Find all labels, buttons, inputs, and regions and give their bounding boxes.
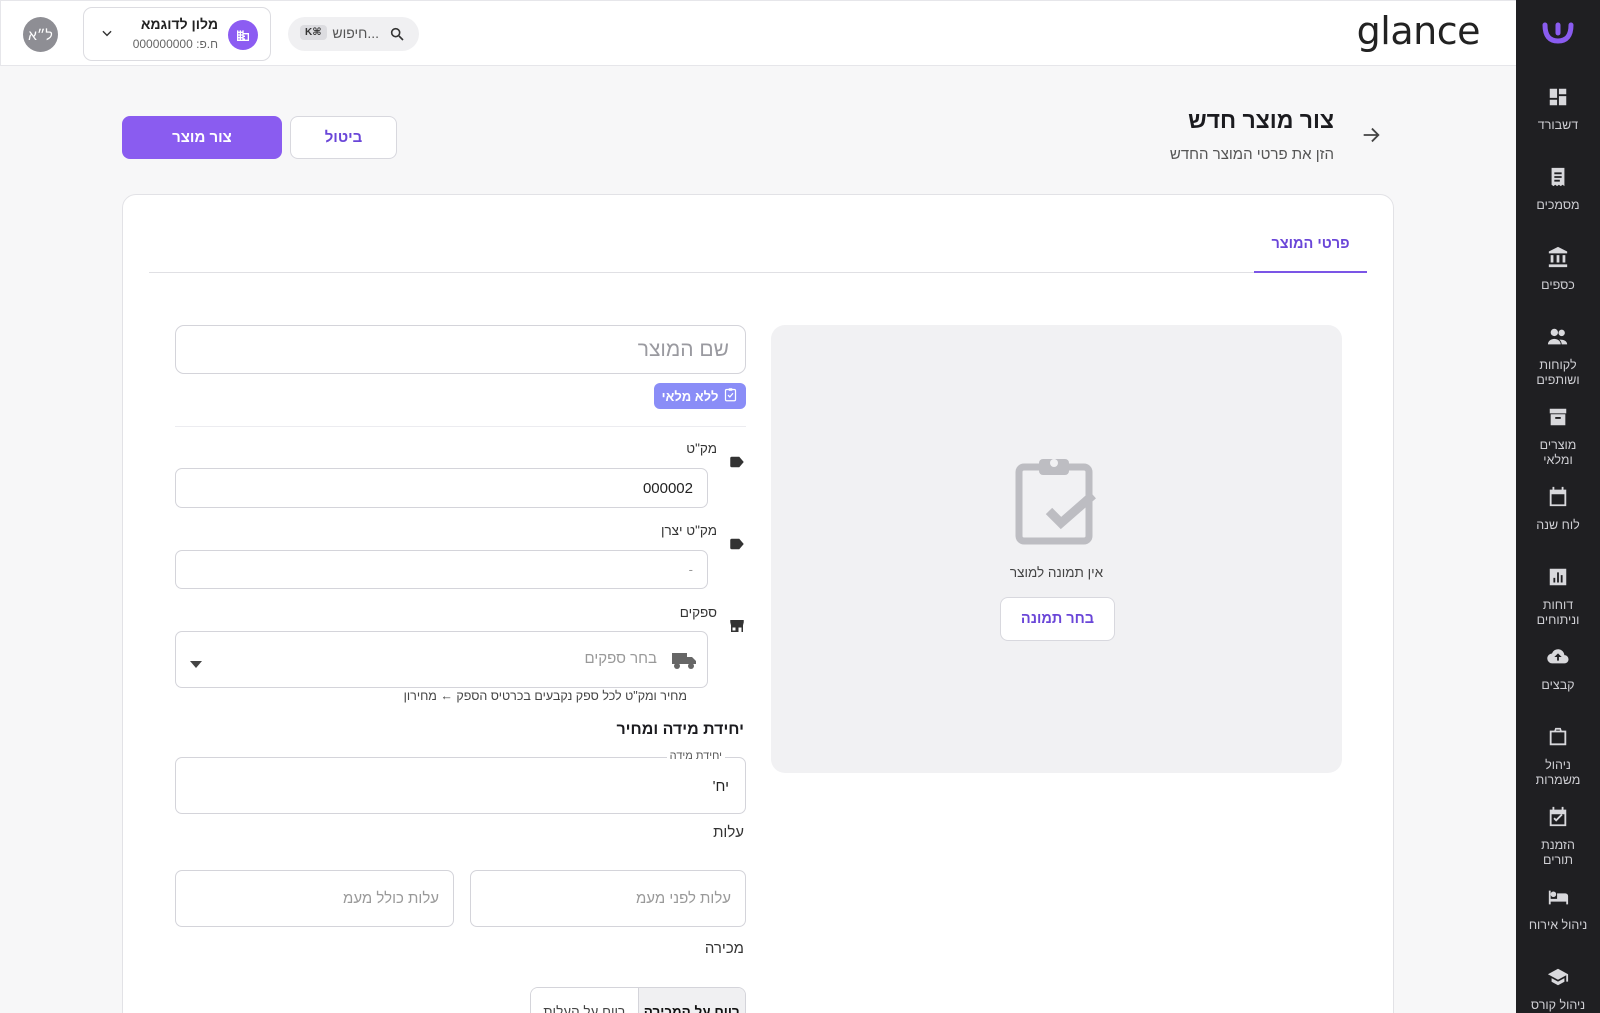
briefcase-icon	[1547, 726, 1569, 753]
store-icon	[728, 617, 746, 635]
app-logo-icon[interactable]	[1516, 0, 1600, 66]
product-form-card: פרטי המוצר אין תמונה למוצר בחר תמונה שם …	[122, 194, 1394, 1013]
sidebar-item-people[interactable]: לקוחות ושותפים	[1516, 306, 1600, 387]
tabs-divider	[149, 272, 1367, 273]
truck-icon	[671, 649, 697, 676]
no-stock-label: ללא מלאי	[661, 388, 719, 404]
cloud-upload-icon	[1547, 646, 1569, 673]
suppliers-select[interactable]: בחר ספקים	[175, 631, 708, 688]
clipboard-icon	[723, 387, 738, 405]
label-tag-icon	[728, 453, 746, 471]
sidebar-item-calendar-check[interactable]: הזמנת תורים	[1516, 786, 1600, 867]
sidebar-item-bank[interactable]: כספים	[1516, 226, 1600, 306]
sku-label: מק"ט	[686, 441, 717, 456]
profit-on-cost-option[interactable]: רווח על העלות	[531, 988, 639, 1013]
choose-image-button[interactable]: בחר תמונה	[1000, 597, 1115, 641]
bed-icon	[1547, 886, 1569, 913]
image-panel: אין תמונה למוצר בחר תמונה	[771, 325, 1342, 773]
dashboard-icon	[1547, 86, 1569, 113]
people-icon	[1547, 326, 1569, 353]
archive-icon	[1547, 406, 1569, 433]
suppliers-label: ספקים	[679, 605, 717, 620]
sidebar-item-archive[interactable]: מוצרים ומלאי	[1516, 386, 1600, 467]
suppliers-helper-text: מחיר ומק"ט לכל ספק נקבעים בכרטיס הספק ← …	[403, 689, 687, 703]
sidebar-item-label: ניהול קורס	[1530, 998, 1586, 1012]
section-divider	[175, 426, 746, 427]
search-input[interactable]: חיפוש... K⌘	[288, 17, 419, 51]
cost-before-vat-input[interactable]: עלות לפני מעמ	[470, 870, 746, 927]
profit-on-sale-option[interactable]: רווח על המכירה	[638, 988, 745, 1013]
sidebar-item-label: דשבורד	[1537, 118, 1579, 132]
unit-of-measure-input[interactable]: יח'	[175, 757, 746, 814]
brand-logo[interactable]: glance	[1357, 9, 1481, 53]
sidebar-item-bed[interactable]: ניהול אירוח	[1516, 866, 1600, 946]
search-icon	[389, 26, 405, 47]
top-bar: glance ל״א מלון לדוגמא ח.פ: 000000000 חי…	[0, 0, 1516, 66]
manufacturer-sku-input[interactable]: -	[175, 550, 708, 589]
sidebar: דשבורד מסמכים כספים לקוחות ושותפים מוצרים ומ…	[1516, 0, 1600, 1013]
building-icon	[228, 20, 258, 50]
sidebar-item-label: לוח שנה	[1536, 518, 1580, 532]
sidebar-item-cloud-upload[interactable]: קבצים	[1516, 626, 1600, 706]
cost-label: עלות	[713, 824, 744, 841]
sidebar-item-label: הזמנת תורים	[1541, 838, 1575, 867]
no-image-text: אין תמונה למוצר	[1009, 565, 1104, 580]
calendar-icon	[1547, 486, 1569, 513]
sidebar-item-label: ניהול משמרות	[1535, 758, 1581, 787]
school-icon	[1547, 966, 1569, 993]
calendar-check-icon	[1547, 806, 1569, 833]
no-stock-chip[interactable]: ללא מלאי	[654, 383, 746, 409]
sale-label: מכירה	[704, 940, 744, 957]
sidebar-item-label: לקוחות ושותפים	[1536, 358, 1580, 387]
sidebar-item-label: קבצים	[1541, 678, 1575, 692]
manufacturer-sku-label: מק"ט יצרן	[660, 523, 717, 538]
cost-incl-vat-input[interactable]: עלות כולל מעמ	[175, 870, 454, 927]
profit-mode-toggle: רווח על העלות רווח על המכירה	[530, 987, 746, 1013]
cancel-button[interactable]: ביטול	[290, 116, 397, 159]
suppliers-placeholder: בחר ספקים	[584, 650, 657, 667]
user-avatar[interactable]: ל״א	[23, 17, 58, 52]
org-id: ח.פ: 000000000	[132, 37, 218, 51]
label-tag-icon	[728, 535, 746, 553]
create-product-button[interactable]: צור מוצר	[122, 116, 282, 159]
sidebar-item-documents[interactable]: מסמכים	[1516, 146, 1600, 226]
page-title: צור מוצר חדש	[1188, 107, 1334, 133]
org-name: מלון לדוגמא	[140, 16, 218, 32]
clipboard-check-icon	[1015, 455, 1099, 550]
documents-icon	[1547, 166, 1569, 193]
tab-product-details[interactable]: פרטי המוצר	[1254, 227, 1367, 273]
sidebar-item-calendar[interactable]: לוח שנה	[1516, 466, 1600, 546]
org-selector[interactable]: מלון לדוגמא ח.פ: 000000000	[83, 7, 271, 61]
sidebar-item-school[interactable]: ניהול קורס	[1516, 946, 1600, 1013]
sidebar-item-label: ניהול אירוח	[1528, 918, 1588, 932]
bank-icon	[1547, 246, 1569, 273]
report-icon	[1547, 566, 1569, 593]
sidebar-item-label: דוחות וניתוחים	[1536, 598, 1580, 627]
dropdown-caret-icon	[190, 656, 202, 674]
sidebar-item-label: מוצרים ומלאי	[1539, 438, 1577, 467]
chevron-down-icon	[100, 26, 114, 45]
sidebar-item-report[interactable]: דוחות וניתוחים	[1516, 546, 1600, 627]
sku-input[interactable]: 000002	[175, 468, 708, 508]
sidebar-item-dashboard[interactable]: דשבורד	[1516, 66, 1600, 146]
sidebar-item-label: מסמכים	[1536, 198, 1580, 212]
unit-price-section-title: יחידת מידה ומחיר	[616, 721, 744, 738]
back-arrow-icon[interactable]	[1360, 124, 1382, 151]
sidebar-item-label: כספים	[1541, 278, 1575, 292]
product-name-input[interactable]: שם המוצר	[175, 325, 746, 374]
unit-of-measure-floating-label: יחידת מידה	[666, 750, 725, 762]
search-placeholder: חיפוש...	[332, 25, 379, 41]
page-subtitle: הזן את פרטי המוצר החדש	[1169, 146, 1334, 163]
search-shortcut-badge: K⌘	[300, 25, 327, 40]
sidebar-item-briefcase[interactable]: ניהול משמרות	[1516, 706, 1600, 787]
